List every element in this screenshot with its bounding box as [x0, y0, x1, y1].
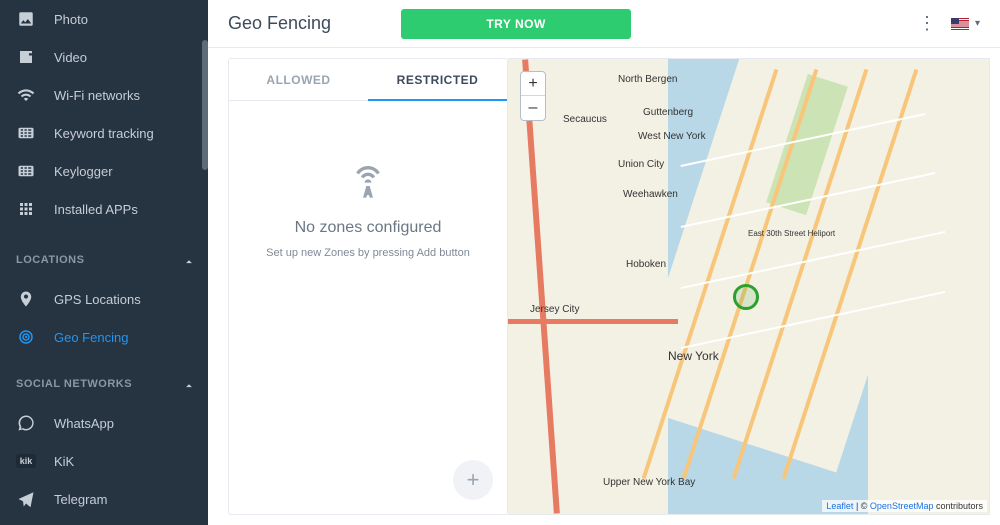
keyboard-icon — [16, 161, 36, 181]
grid-icon — [16, 199, 36, 219]
sidebar-item-label: Keyword tracking — [54, 126, 154, 141]
tab-restricted[interactable]: RESTRICTED — [368, 59, 507, 100]
us-flag-icon — [951, 18, 969, 30]
try-now-button[interactable]: TRY NOW — [401, 9, 631, 39]
empty-title: No zones configured — [295, 219, 442, 237]
photo-icon — [16, 9, 36, 29]
sidebar-item-telegram[interactable]: Telegram — [0, 480, 208, 518]
osm-link[interactable]: OpenStreetMap — [870, 501, 934, 511]
sidebar-item-label: Telegram — [54, 492, 107, 507]
sidebar: Photo Video Wi-Fi networks Keyword track… — [0, 0, 208, 525]
kik-icon: kik — [16, 454, 36, 468]
keyboard-icon — [16, 123, 36, 143]
leaflet-link[interactable]: Leaflet — [826, 501, 853, 511]
video-icon — [16, 47, 36, 67]
sidebar-group-locations[interactable]: LOCATIONS — [0, 240, 208, 280]
pin-icon — [16, 289, 36, 309]
sidebar-item-label: WhatsApp — [54, 416, 114, 431]
more-menu-button[interactable]: ⋮ — [915, 12, 939, 36]
group-label: SOCIAL NETWORKS — [16, 378, 132, 390]
sidebar-item-geofencing[interactable]: Geo Fencing — [0, 318, 208, 356]
scrollbar-thumb[interactable] — [202, 40, 208, 170]
sidebar-item-video[interactable]: Video — [0, 38, 208, 76]
map-attribution: Leaflet | © OpenStreetMap contributors — [822, 500, 987, 512]
sidebar-item-apps[interactable]: Installed APPs — [0, 190, 208, 228]
empty-subtitle: Set up new Zones by pressing Add button — [266, 247, 470, 259]
caret-down-icon: ▾ — [975, 18, 980, 29]
sidebar-item-label: Wi-Fi networks — [54, 88, 140, 103]
sidebar-group-social[interactable]: SOCIAL NETWORKS — [0, 364, 208, 404]
map[interactable]: Secaucus North Bergen Guttenberg West Ne… — [508, 58, 990, 515]
sidebar-item-keylogger[interactable]: Keylogger — [0, 152, 208, 190]
zoom-out-button[interactable]: – — [521, 96, 545, 120]
zones-panel: ALLOWED RESTRICTED No zones configured S… — [228, 58, 508, 515]
zoom-in-button[interactable]: + — [521, 72, 545, 96]
sidebar-item-whatsapp[interactable]: WhatsApp — [0, 404, 208, 442]
telegram-icon — [16, 489, 36, 509]
sidebar-item-label: GPS Locations — [54, 292, 141, 307]
sidebar-item-label: Photo — [54, 12, 88, 27]
whatsapp-icon — [16, 413, 36, 433]
geo-marker[interactable] — [733, 284, 759, 310]
group-label: LOCATIONS — [16, 254, 84, 266]
add-zone-button[interactable]: + — [453, 460, 493, 500]
topbar: Geo Fencing TRY NOW ⋮ ▾ — [208, 0, 1000, 48]
main: Geo Fencing TRY NOW ⋮ ▾ ALLOWED RESTRICT… — [208, 0, 1000, 525]
sidebar-item-kik[interactable]: kik KiK — [0, 442, 208, 480]
chevron-up-icon — [182, 379, 192, 389]
sidebar-item-label: Installed APPs — [54, 202, 138, 217]
page-title: Geo Fencing — [228, 13, 331, 34]
plus-icon: + — [467, 467, 480, 493]
chevron-up-icon — [182, 255, 192, 265]
wifi-icon — [16, 85, 36, 105]
sidebar-scrollbar[interactable] — [202, 0, 208, 525]
sidebar-item-gps[interactable]: GPS Locations — [0, 280, 208, 318]
sidebar-item-keyword[interactable]: Keyword tracking — [0, 114, 208, 152]
tab-allowed[interactable]: ALLOWED — [229, 59, 368, 100]
sidebar-item-label: Video — [54, 50, 87, 65]
antenna-icon — [348, 161, 388, 201]
sidebar-item-wifi[interactable]: Wi-Fi networks — [0, 76, 208, 114]
sidebar-item-label: KiK — [54, 454, 74, 469]
target-icon — [16, 327, 36, 347]
zoom-controls: + – — [520, 71, 546, 121]
sidebar-item-label: Keylogger — [54, 164, 113, 179]
tabs: ALLOWED RESTRICTED — [229, 59, 507, 101]
sidebar-item-label: Geo Fencing — [54, 330, 128, 345]
sidebar-item-photo[interactable]: Photo — [0, 0, 208, 38]
empty-state: No zones configured Set up new Zones by … — [229, 101, 507, 514]
kebab-icon: ⋮ — [918, 13, 936, 34]
locale-selector[interactable]: ▾ — [951, 18, 980, 30]
